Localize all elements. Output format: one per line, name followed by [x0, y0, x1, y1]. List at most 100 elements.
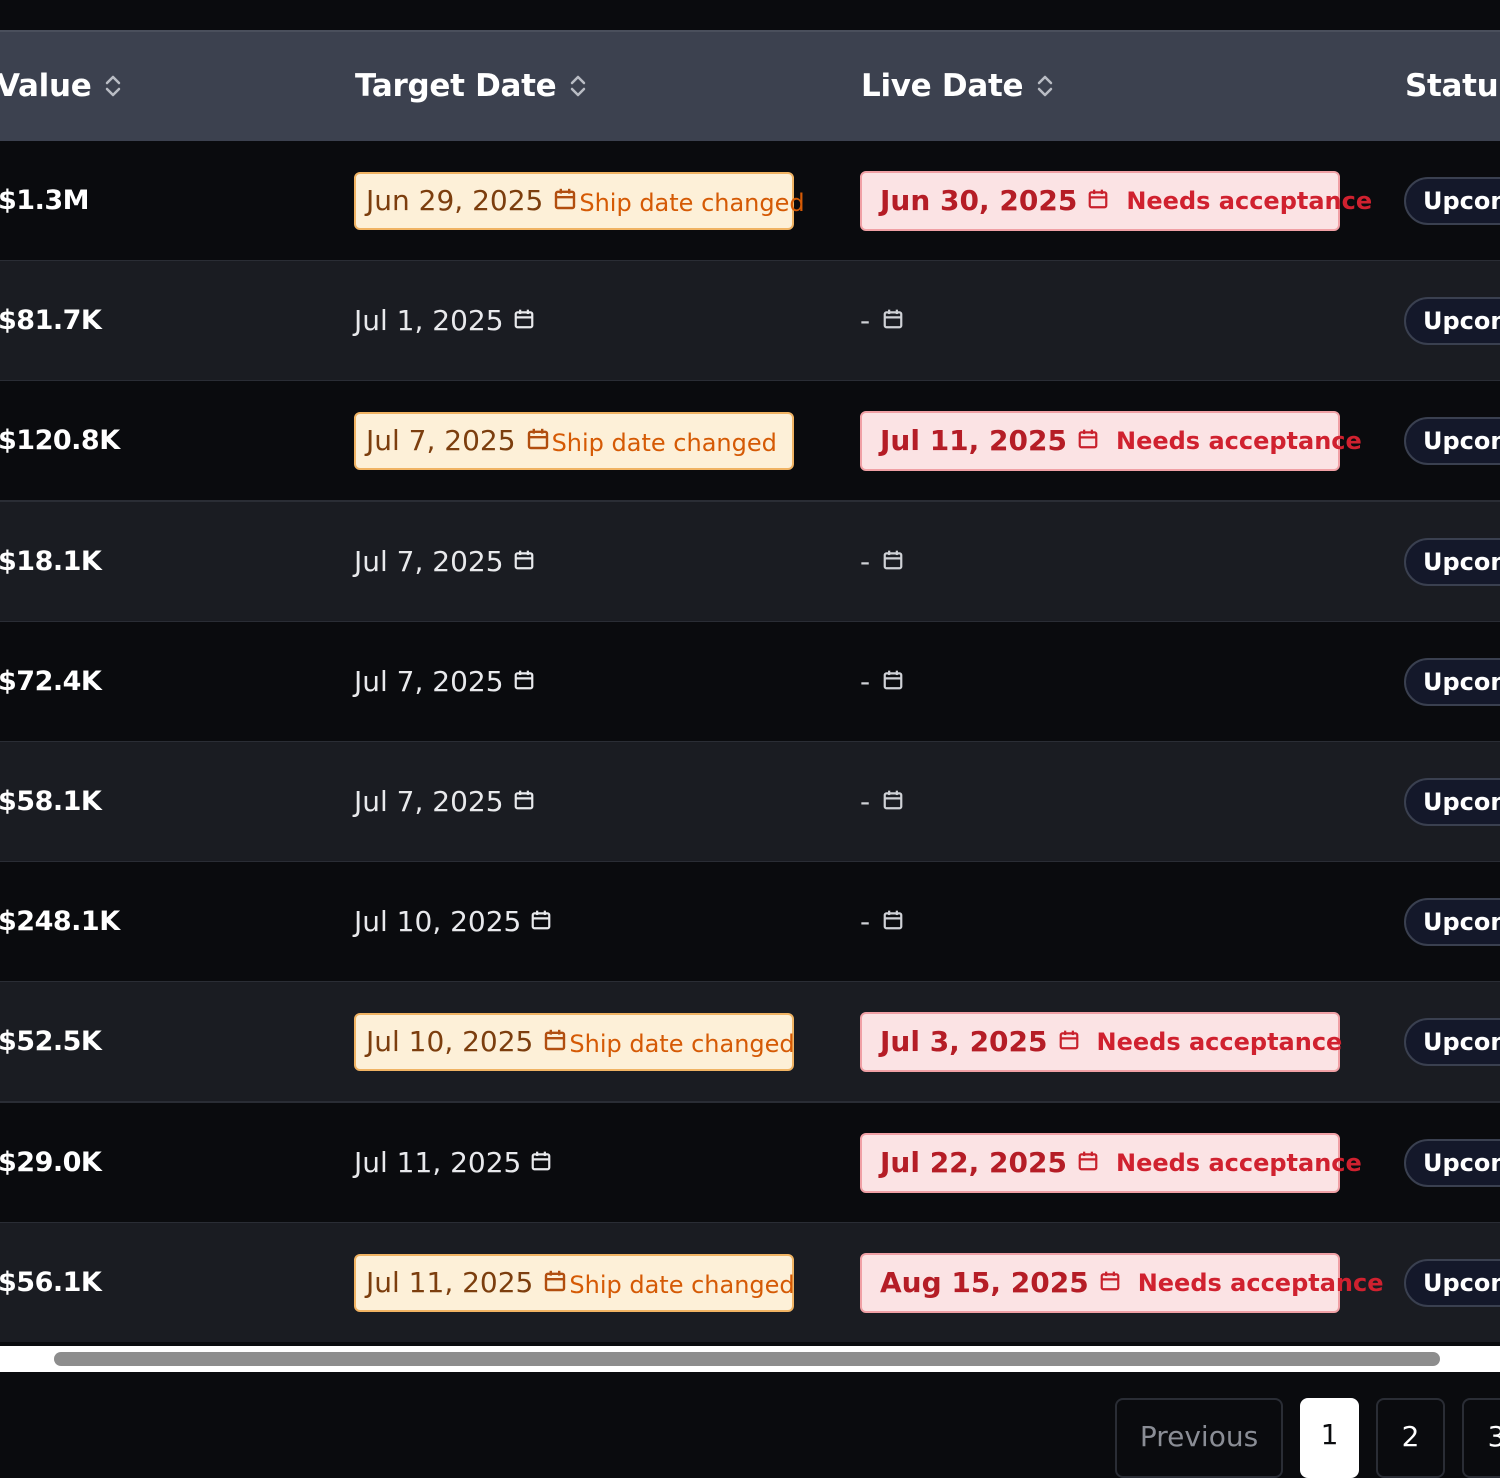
live-date-cell: - [860, 502, 904, 621]
calendar-icon[interactable] [543, 1269, 567, 1297]
page-1-button[interactable]: 1 [1300, 1398, 1359, 1478]
status-badge[interactable]: Upcom [1404, 1138, 1500, 1187]
status-badge[interactable]: Upcom [1404, 1258, 1500, 1307]
status-cell: Upcom [1404, 381, 1500, 500]
ship-date-changed-badge[interactable]: Jul 11, 2025 Ship date changed [354, 1253, 795, 1312]
deal-value: $72.4K [0, 666, 102, 697]
calendar-icon[interactable] [553, 187, 577, 215]
status-cell: Upcom [1404, 261, 1500, 380]
table-row[interactable]: $58.1K Jul 7, 2025 - Upcom [0, 742, 1500, 863]
column-header-label: Status [1405, 68, 1500, 104]
table-row[interactable]: $56.1K Jul 11, 2025 Ship date changed Aug 1… [0, 1223, 1500, 1342]
live-date-empty: - [860, 304, 871, 337]
calendar-icon[interactable] [1077, 1150, 1099, 1176]
target-date-cell: Jul 7, 2025 [354, 502, 535, 621]
column-header-live-date[interactable]: Live Date [861, 68, 1055, 104]
column-header-status[interactable]: Status [1405, 68, 1500, 104]
calendar-icon[interactable] [513, 545, 535, 578]
scrollbar-thumb[interactable] [54, 1352, 1440, 1366]
deal-value: $52.5K [0, 1026, 102, 1057]
status-badge[interactable]: Upcom [1404, 416, 1500, 465]
previous-page-button[interactable]: Previous [1115, 1398, 1283, 1478]
column-header-target-date[interactable]: Target Date [355, 68, 588, 104]
status-badge[interactable]: Upcom [1404, 176, 1500, 225]
table-row[interactable]: $29.0K Jul 11, 2025 Jul 22, 2025 Needs acce… [0, 1103, 1500, 1224]
status-cell: Upcom [1404, 1223, 1500, 1342]
needs-acceptance-badge[interactable]: Aug 15, 2025 Needs acceptance [860, 1252, 1384, 1313]
calendar-icon[interactable] [882, 545, 904, 578]
live-date-cell: Jul 11, 2025 Needs acceptance [860, 381, 1362, 500]
ship-date-changed-badge[interactable]: Jun 29, 2025 Ship date changed [354, 171, 805, 230]
column-header-label: Target Date [355, 68, 557, 104]
live-date-cell: Aug 15, 2025 Needs acceptance [860, 1223, 1384, 1342]
page-2-button[interactable]: 2 [1376, 1398, 1445, 1478]
deal-value: $18.1K [0, 546, 102, 577]
live-date-cell: Jul 22, 2025 Needs acceptance [860, 1103, 1362, 1222]
needs-acceptance-label: Needs acceptance [1126, 186, 1373, 215]
target-date-cell: Jul 10, 2025 Ship date changed [354, 982, 795, 1101]
calendar-icon[interactable] [530, 1146, 552, 1179]
calendar-icon[interactable] [882, 665, 904, 698]
status-badge[interactable]: Upcom [1404, 296, 1500, 345]
page-3-button[interactable]: 3 [1462, 1398, 1500, 1478]
status-badge[interactable]: Upcom [1404, 777, 1500, 826]
needs-acceptance-label: Needs acceptance [1096, 1027, 1343, 1056]
table-row[interactable]: $72.4K Jul 7, 2025 - Upcom [0, 622, 1500, 743]
deal-value: $58.1K [0, 786, 102, 817]
table-row[interactable]: $248.1K Jul 10, 2025 - Upcom [0, 862, 1500, 983]
calendar-icon[interactable] [526, 427, 550, 455]
live-date-cell: Jul 3, 2025 Needs acceptance [860, 982, 1343, 1101]
calendar-icon[interactable] [1077, 428, 1099, 454]
calendar-icon[interactable] [882, 905, 904, 938]
status-badge[interactable]: Upcom [1404, 657, 1500, 706]
status-badge[interactable]: Upcom [1404, 1017, 1500, 1066]
needs-acceptance-badge[interactable]: Jul 22, 2025 Needs acceptance [860, 1132, 1362, 1193]
ship-date-changed-label: Ship date changed [579, 188, 805, 217]
calendar-icon[interactable] [882, 785, 904, 818]
horizontal-scrollbar[interactable] [0, 1346, 1500, 1372]
live-date: Jul 11, 2025 [880, 424, 1067, 457]
calendar-icon[interactable] [513, 785, 535, 818]
needs-acceptance-badge[interactable]: Jul 3, 2025 Needs acceptance [860, 1011, 1343, 1072]
live-date-empty: - [860, 905, 871, 938]
status-cell: Upcom [1404, 862, 1500, 981]
live-date-cell: - [860, 622, 904, 741]
target-date-cell: Jul 7, 2025 [354, 622, 535, 741]
calendar-icon[interactable] [1099, 1270, 1121, 1296]
needs-acceptance-badge[interactable]: Jun 30, 2025 Needs acceptance [860, 170, 1372, 231]
table-row[interactable]: $18.1K Jul 7, 2025 - Upcom [0, 502, 1500, 623]
column-header-value[interactable]: Value [0, 68, 123, 104]
status-cell: Upcom [1404, 141, 1500, 260]
calendar-icon[interactable] [530, 905, 552, 938]
ship-date-changed-badge[interactable]: Jul 10, 2025 Ship date changed [354, 1012, 795, 1071]
deal-value: $81.7K [0, 305, 102, 336]
calendar-icon[interactable] [543, 1028, 567, 1056]
target-date: Jul 7, 2025 [354, 785, 504, 818]
status-badge[interactable]: Upcom [1404, 897, 1500, 946]
sort-icon[interactable] [568, 72, 588, 100]
live-date-empty: - [860, 785, 871, 818]
sort-icon[interactable] [1035, 72, 1055, 100]
calendar-icon[interactable] [882, 304, 904, 337]
target-date: Jul 1, 2025 [354, 304, 504, 337]
status-cell: Upcom [1404, 502, 1500, 621]
needs-acceptance-badge[interactable]: Jul 11, 2025 Needs acceptance [860, 410, 1362, 471]
sort-icon[interactable] [103, 72, 123, 100]
calendar-icon[interactable] [1087, 188, 1109, 214]
live-date: Jun 30, 2025 [880, 184, 1078, 217]
ship-date-changed-label: Ship date changed [569, 1029, 795, 1058]
live-date-cell: - [860, 862, 904, 981]
ship-date-changed-label: Ship date changed [551, 428, 777, 457]
table-row[interactable]: $52.5K Jul 10, 2025 Ship date changed Jul 3… [0, 982, 1500, 1103]
calendar-icon[interactable] [1058, 1029, 1080, 1055]
table-row[interactable]: $1.3M Jun 29, 2025 Ship date changed Jun 30… [0, 141, 1500, 262]
target-date: Jul 10, 2025 [366, 1025, 534, 1058]
calendar-icon[interactable] [513, 304, 535, 337]
table-row[interactable]: $81.7K Jul 1, 2025 - Upcom [0, 261, 1500, 382]
table-row[interactable]: $120.8K Jul 7, 2025 Ship date changed Jul 1… [0, 381, 1500, 502]
target-date: Jun 29, 2025 [366, 184, 544, 217]
status-badge[interactable]: Upcom [1404, 537, 1500, 586]
ship-date-changed-badge[interactable]: Jul 7, 2025 Ship date changed [354, 411, 794, 470]
ship-date-changed-label: Ship date changed [569, 1270, 795, 1299]
calendar-icon[interactable] [513, 665, 535, 698]
